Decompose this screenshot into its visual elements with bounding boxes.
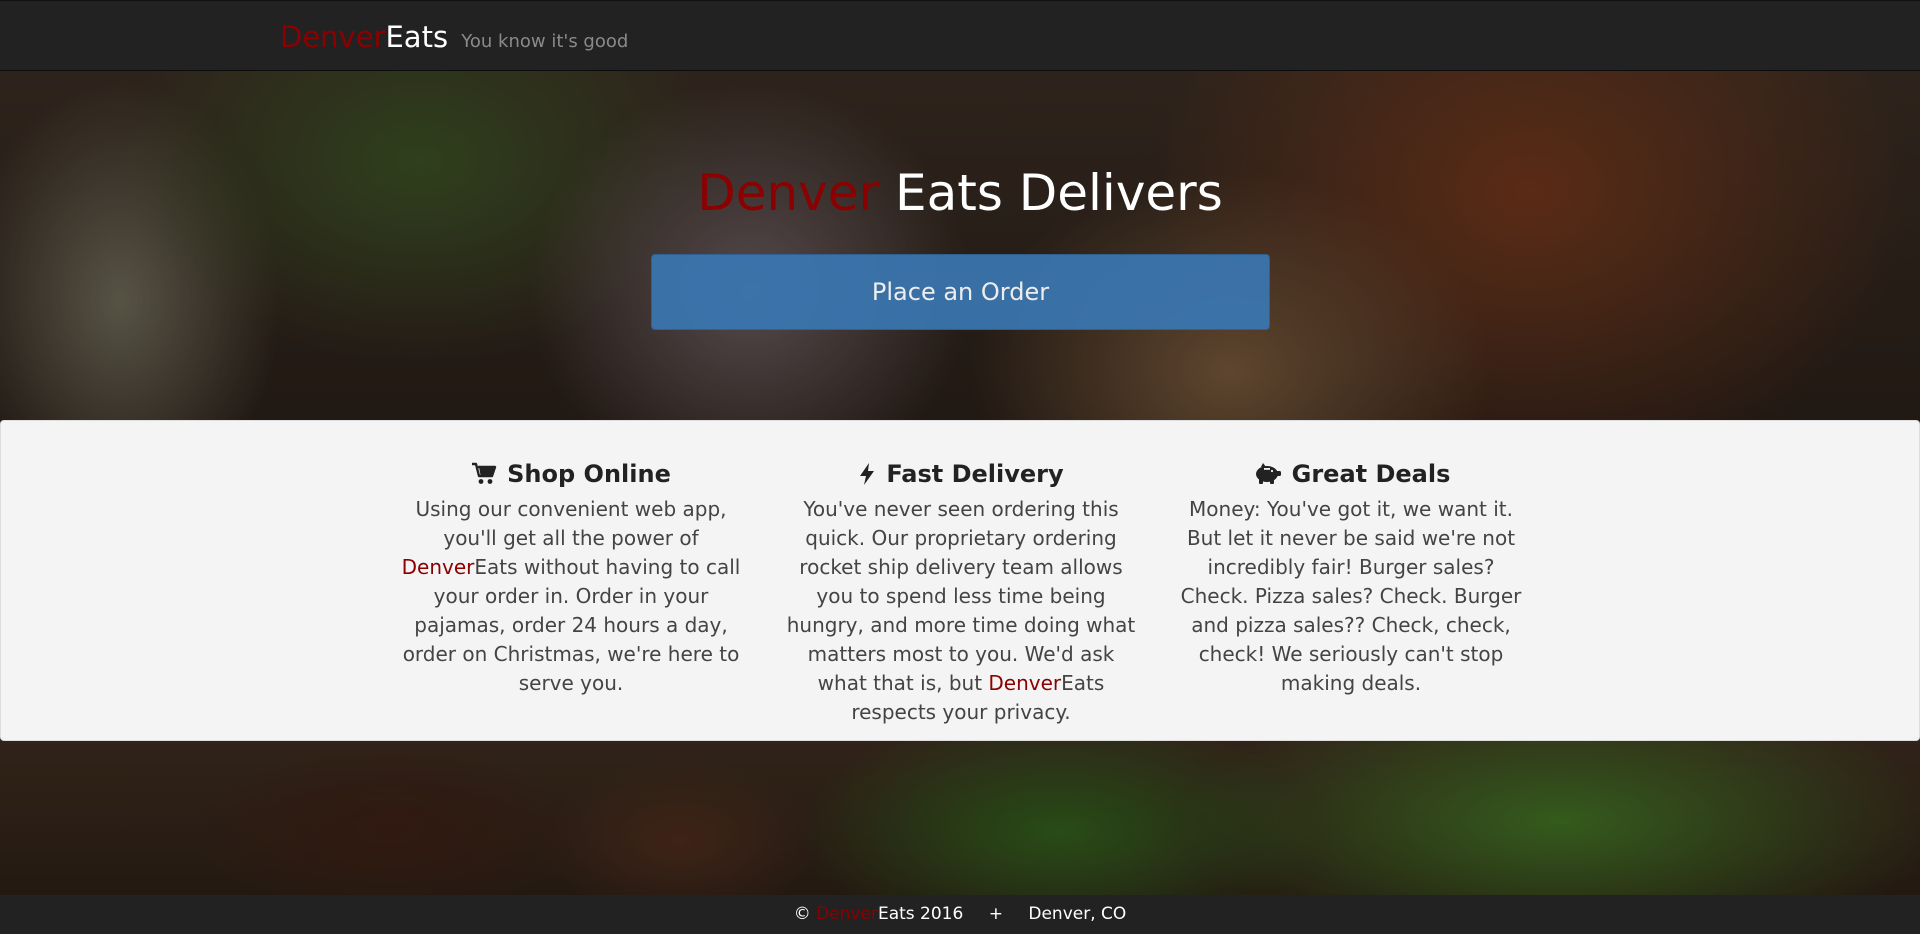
brand-logo-link[interactable]: DenverEats You know it's good	[280, 19, 628, 60]
feature-fast-delivery: Fast Delivery You've never seen ordering…	[786, 457, 1136, 727]
feature-title: Shop Online	[396, 457, 746, 491]
lightning-icon	[860, 463, 875, 485]
feature-title: Great Deals	[1176, 457, 1526, 491]
feature-text-part: You've never seen ordering this quick. O…	[786, 497, 1136, 695]
lower-background-overlay	[0, 741, 1920, 895]
feature-description: Using our convenient web app, you'll get…	[396, 495, 746, 698]
brand-name-white: Eats	[385, 20, 449, 54]
brand-name-red: Denver	[280, 20, 386, 54]
hero-banner: Denver Eats Delivers Place an Order	[0, 71, 1920, 420]
piggy-bank-icon	[1255, 463, 1281, 484]
feature-description: Money: You've got it, we want it. But le…	[1180, 497, 1522, 695]
feature-great-deals: Great Deals Money: You've got it, we wan…	[1176, 457, 1526, 698]
feature-description: You've never seen ordering this quick. O…	[786, 495, 1136, 727]
brand-mention-red: Denver	[401, 555, 475, 579]
copyright-symbol: ©	[793, 904, 811, 924]
hero-title: Denver Eats Delivers	[0, 162, 1920, 224]
footer-brand-red: Denver	[816, 904, 878, 924]
hero-title-rest: Eats Delivers	[879, 164, 1223, 222]
footer-brand-white: Eats 2016	[877, 904, 964, 924]
feature-text-part: respects your privacy.	[851, 700, 1071, 724]
page-footer: © DenverEats 2016 + Denver, CO	[0, 895, 1920, 934]
lower-food-banner	[0, 741, 1920, 895]
brand-tagline: You know it's good	[461, 31, 629, 52]
footer-separator: +	[988, 904, 1003, 924]
place-order-button[interactable]: Place an Order	[651, 254, 1270, 330]
feature-title: Fast Delivery	[786, 457, 1136, 491]
feature-title-text: Shop Online	[507, 460, 671, 488]
feature-title-text: Fast Delivery	[886, 460, 1064, 488]
brand-mention-plain: Eats	[1061, 671, 1105, 695]
hero-background-overlay	[0, 71, 1920, 420]
feature-title-text: Great Deals	[1291, 460, 1451, 488]
cart-icon	[472, 462, 497, 484]
brand-mention-red: Denver	[988, 671, 1062, 695]
footer-location: Denver, CO	[1028, 904, 1127, 924]
top-navbar: DenverEats You know it's good	[0, 0, 1920, 71]
hero-title-red: Denver	[697, 164, 880, 222]
feature-text-part: Using our convenient web app, you'll get…	[415, 497, 727, 550]
features-panel: Shop Online Using our convenient web app…	[0, 420, 1920, 741]
brand-mention-plain: Eats	[474, 555, 518, 579]
feature-shop-online: Shop Online Using our convenient web app…	[396, 457, 746, 698]
